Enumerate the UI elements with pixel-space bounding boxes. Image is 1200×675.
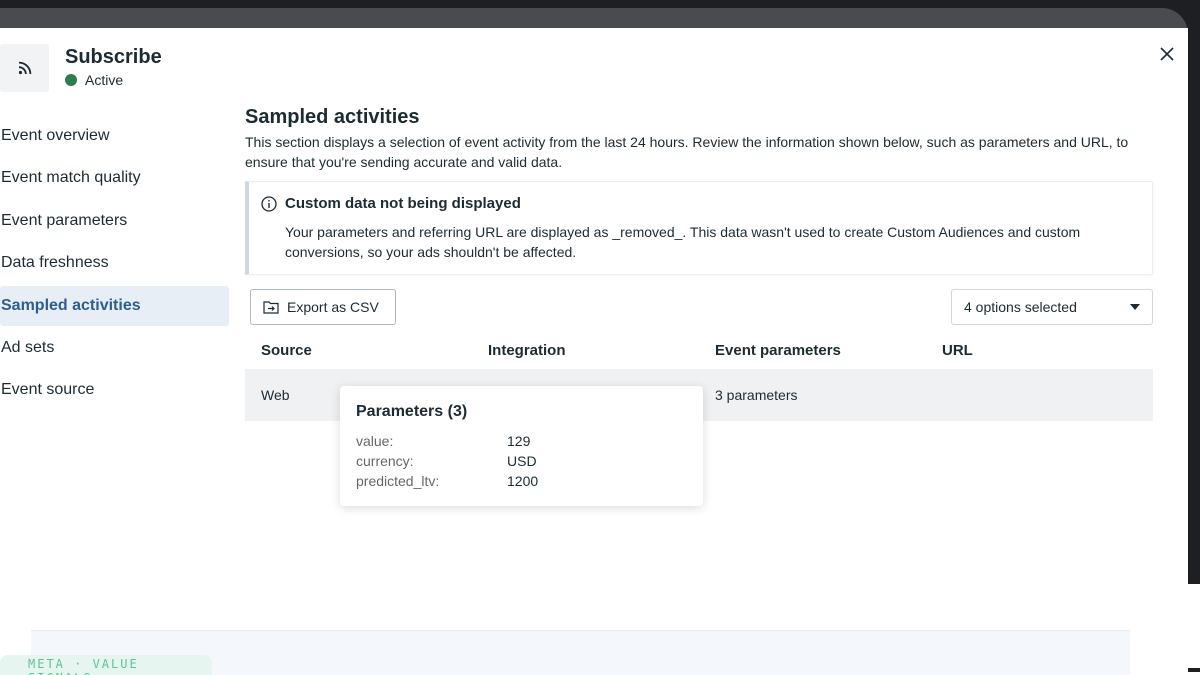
column-header-url: URL bbox=[942, 342, 973, 359]
section-description: This section displays a selection of eve… bbox=[245, 134, 1129, 170]
sidebar-item-label: Event parameters bbox=[1, 211, 128, 229]
status-indicator: Active bbox=[65, 72, 123, 88]
brand-label: META · VALUE SIGNALS bbox=[28, 657, 139, 675]
sidebar-item-label: Event overview bbox=[1, 127, 110, 144]
main-content: Sampled activities This section displays… bbox=[245, 106, 1153, 421]
export-csv-button[interactable]: Export as CSV bbox=[250, 289, 396, 325]
parameters-tooltip: Parameters (3) value: 129 currency: USD … bbox=[340, 386, 703, 506]
columns-filter-select[interactable]: 4 options selected bbox=[951, 289, 1153, 325]
section-title: Sampled activities bbox=[245, 106, 420, 128]
column-header-integration: Integration bbox=[488, 342, 566, 359]
sidebar-item-label: Event match quality bbox=[1, 169, 141, 187]
device-bezel-right bbox=[1188, 28, 1200, 584]
column-header-event-parameters: Event parameters bbox=[715, 342, 841, 359]
info-notice: Custom data not being displayed Your par… bbox=[245, 181, 1153, 275]
details-panel: Subscribe Active Event overview Event ma… bbox=[0, 28, 1188, 584]
sidebar-item-event-source[interactable]: Event source bbox=[0, 370, 229, 410]
sidebar-nav: Event overview Event match quality Event… bbox=[0, 116, 229, 413]
param-key: currency: bbox=[356, 453, 414, 469]
cell-event-parameters[interactable]: 3 parameters bbox=[715, 387, 797, 403]
status-dot-icon bbox=[65, 74, 77, 86]
param-key: predicted_ltv: bbox=[356, 473, 440, 489]
chevron-down-icon bbox=[1130, 304, 1140, 310]
sidebar-item-label: Ad sets bbox=[1, 338, 55, 356]
sidebar-item-event-overview[interactable]: Event overview bbox=[0, 116, 229, 156]
close-button[interactable] bbox=[1156, 43, 1178, 65]
tooltip-title: Parameters (3) bbox=[356, 403, 468, 420]
param-value: USD bbox=[507, 453, 537, 469]
notice-body: Your parameters and referring URL are di… bbox=[285, 224, 1081, 260]
param-value: 129 bbox=[507, 433, 531, 449]
cell-source: Web bbox=[261, 387, 290, 403]
sidebar-item-label: Sampled activities bbox=[1, 296, 141, 314]
close-icon bbox=[1160, 47, 1174, 61]
folder-export-icon bbox=[263, 301, 279, 314]
table-header: Source Integration Event parameters URL bbox=[245, 342, 1153, 368]
event-title: Subscribe bbox=[65, 46, 162, 68]
sidebar-item-label: Event source bbox=[1, 381, 95, 399]
sidebar-item-event-parameters[interactable]: Event parameters bbox=[0, 201, 229, 241]
status-label: Active bbox=[85, 72, 124, 88]
sidebar-item-label: Data freshness bbox=[1, 254, 109, 272]
info-icon bbox=[261, 196, 277, 212]
filter-value: 4 options selected bbox=[964, 299, 1077, 315]
sidebar-item-sampled-activities[interactable]: Sampled activities bbox=[0, 285, 229, 326]
sidebar-item-event-match-quality[interactable]: Event match quality bbox=[0, 158, 229, 198]
sidebar-item-ad-sets[interactable]: Ad sets bbox=[0, 328, 229, 368]
param-value: 1200 bbox=[507, 473, 539, 489]
rss-feed-icon bbox=[18, 61, 31, 75]
column-header-source: Source bbox=[261, 342, 312, 359]
notice-title: Custom data not being displayed bbox=[285, 195, 521, 212]
sidebar-item-data-freshness[interactable]: Data freshness bbox=[0, 243, 229, 283]
param-key: value: bbox=[356, 433, 394, 449]
device-bezel-corner bbox=[1188, 668, 1200, 672]
brand-badge: META · VALUE SIGNALS bbox=[0, 655, 212, 675]
export-label: Export as CSV bbox=[287, 299, 379, 315]
event-icon-box bbox=[0, 44, 49, 92]
